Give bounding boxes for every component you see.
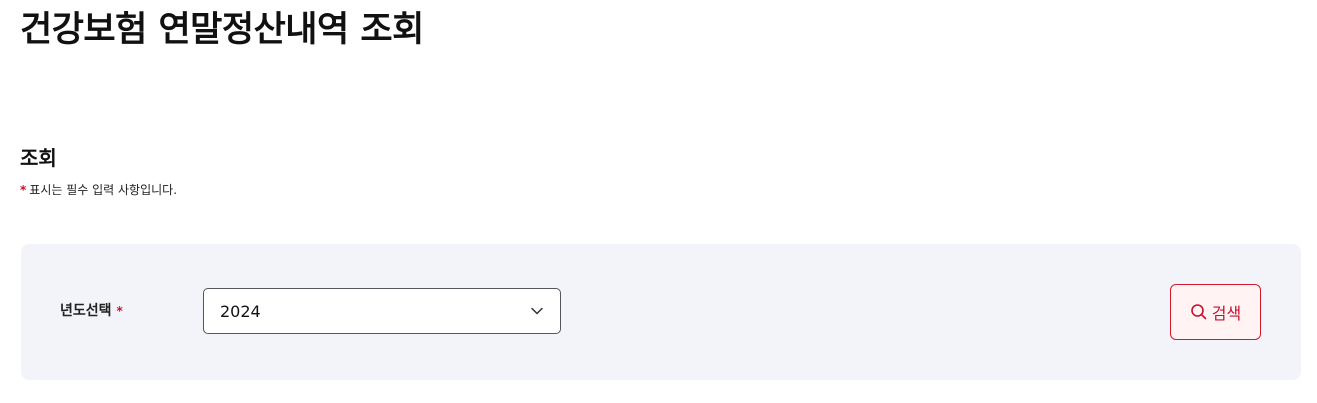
- required-star: *: [20, 183, 27, 197]
- year-field-label: 년도선택 *: [60, 300, 123, 322]
- search-panel: 년도선택 * 2024 검색: [21, 244, 1301, 380]
- search-button[interactable]: 검색: [1170, 284, 1261, 340]
- chevron-down-icon: [530, 304, 544, 318]
- year-select-value: 2024: [220, 301, 261, 321]
- required-note-text: 표시는 필수 입력 사항입니다.: [29, 183, 178, 197]
- year-required-star: *: [116, 304, 123, 318]
- search-button-label: 검색: [1211, 304, 1242, 323]
- page-title: 건강보험 연말정산내역 조회: [20, 10, 424, 50]
- year-select[interactable]: 2024: [203, 288, 561, 334]
- section-title: 조회: [20, 146, 57, 170]
- required-note: * 표시는 필수 입력 사항입니다.: [20, 181, 177, 199]
- search-icon: [1190, 303, 1208, 321]
- year-label-text: 년도선택: [60, 303, 112, 319]
- page: 건강보험 연말정산내역 조회 조회 * 표시는 필수 입력 사항입니다. 년도선…: [0, 0, 1317, 403]
